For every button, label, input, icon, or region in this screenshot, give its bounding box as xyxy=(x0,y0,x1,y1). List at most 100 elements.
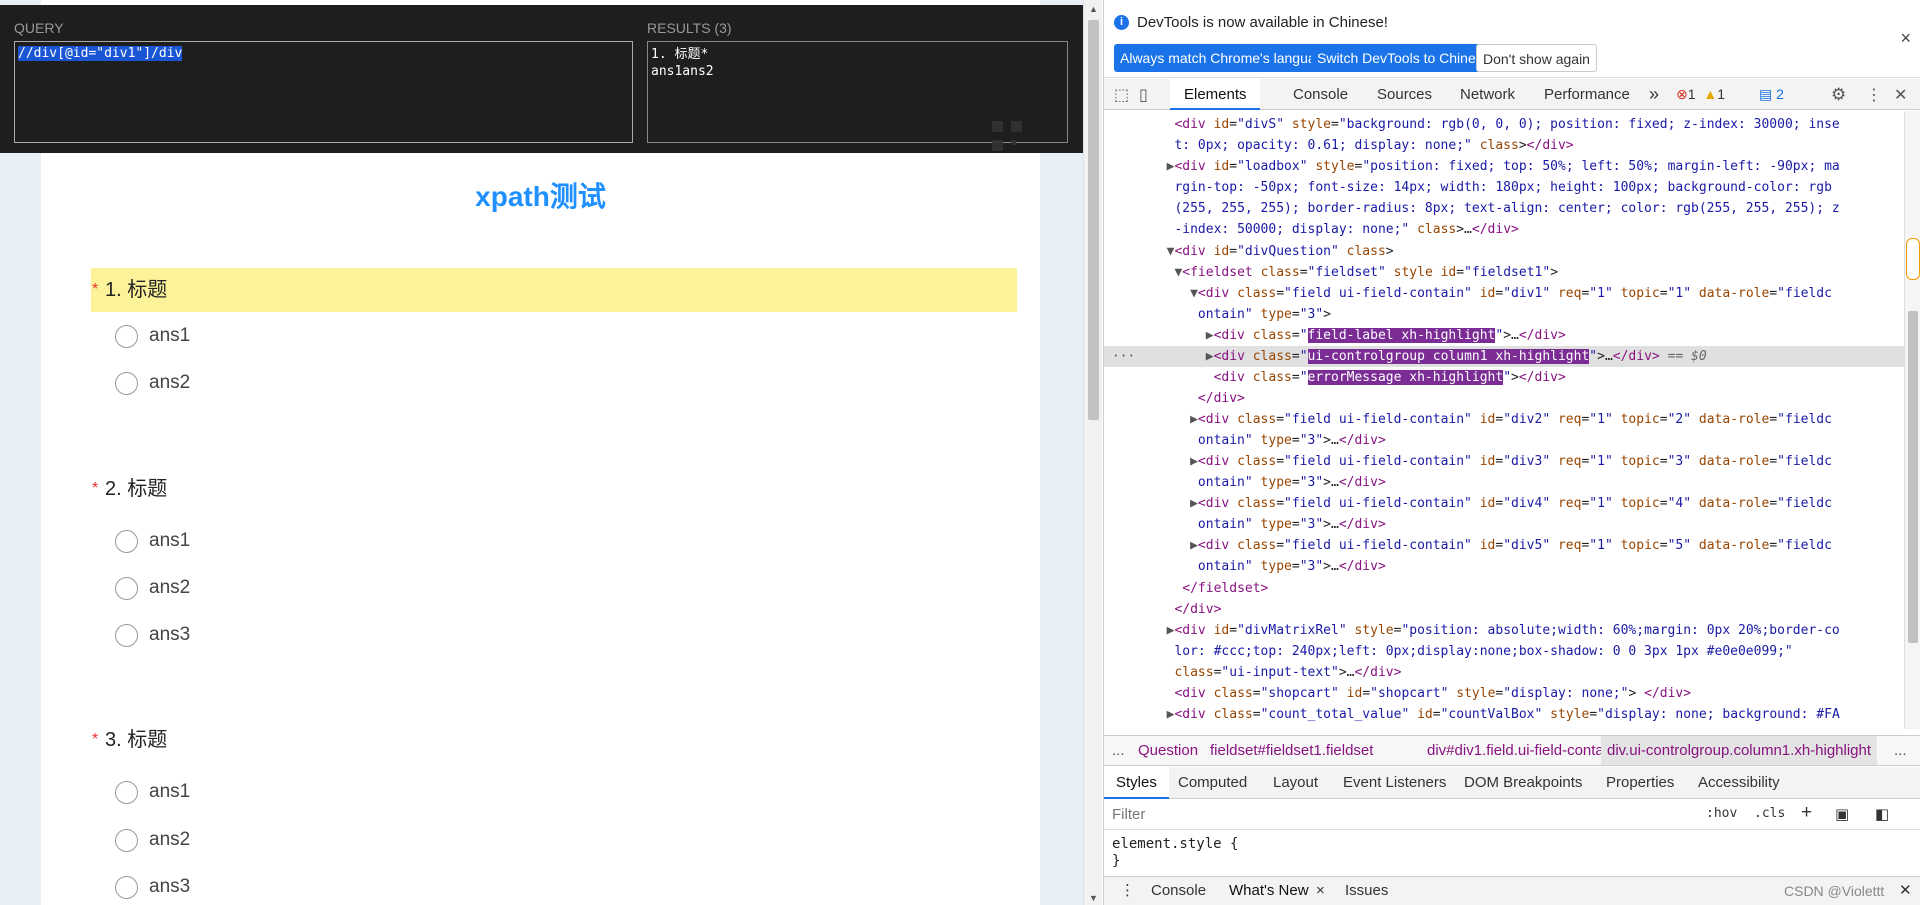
tab-styles[interactable]: Styles xyxy=(1104,767,1169,799)
close-drawer-icon[interactable]: ✕ xyxy=(1899,877,1912,905)
drawer-menu-icon[interactable]: ⋮ xyxy=(1120,877,1135,905)
close-icon[interactable]: × xyxy=(1900,28,1911,49)
dom-node[interactable]: <div class="errorMessage xh-highlight"><… xyxy=(1104,367,1904,388)
dom-node[interactable]: </div> xyxy=(1104,388,1904,409)
devtools-toolbar: ⬚ ▯ Elements Console Sources Network Per… xyxy=(1104,79,1920,110)
breadcrumb: ... Question fieldset#fieldset1.fieldset… xyxy=(1104,735,1920,766)
breadcrumb-item-selected[interactable]: div.ui-controlgroup.column1.xh-highlight xyxy=(1601,736,1878,765)
question-1: * 1. 标题 xyxy=(91,268,1017,312)
required-mark: * xyxy=(92,731,99,748)
tab-accessibility[interactable]: Accessibility xyxy=(1698,767,1780,798)
question-header: * 1. 标题 xyxy=(91,268,1017,312)
dom-node-cont: (255, 255, 255); border-radius: 8px; tex… xyxy=(1174,201,1840,216)
radio-circle[interactable] xyxy=(115,624,138,647)
tab-sources[interactable]: Sources xyxy=(1377,79,1432,110)
dont-show-again-button[interactable]: Don't show again xyxy=(1476,44,1597,72)
tab-properties[interactable]: Properties xyxy=(1606,767,1674,798)
dom-node[interactable]: ▶<div class="field ui-field-contain" id=… xyxy=(1104,409,1904,430)
dom-node[interactable]: ▶<div class="count_total_value" id="coun… xyxy=(1104,704,1904,725)
dom-node[interactable]: ▶<div class="field ui-field-contain" id=… xyxy=(1104,493,1904,514)
dom-node[interactable]: ▶<div class="field ui-field-contain" id=… xyxy=(1104,451,1904,472)
elements-tree[interactable]: <div id="divS" style="background: rgb(0,… xyxy=(1104,111,1904,729)
radio-circle[interactable] xyxy=(115,530,138,553)
webpage-area: xpath测试 * 1. 标题 ans1 ans2 * 2. 标题 ans1 ans… xyxy=(0,0,1083,905)
styles-filter-input[interactable]: Filter xyxy=(1112,804,1692,826)
new-rule-icon[interactable]: + xyxy=(1801,802,1812,824)
sidebar-toggle-icon[interactable]: ◧ xyxy=(1875,805,1889,823)
tab-elements[interactable]: Elements xyxy=(1170,79,1260,110)
breadcrumb-item[interactable]: div#div1.field.ui-field-contain xyxy=(1427,736,1615,765)
tab-performance[interactable]: Performance xyxy=(1544,79,1630,110)
drawer-tab-console[interactable]: Console xyxy=(1151,877,1206,905)
language-infobar: i DevTools is now available in Chinese! … xyxy=(1104,0,1920,78)
messages-counter[interactable]: ▤ 2 xyxy=(1759,79,1784,110)
device-toolbar-icon[interactable]: ▯ xyxy=(1139,85,1148,105)
option-label: ans1 xyxy=(149,530,191,551)
paint-brush-icon[interactable]: ▣ xyxy=(1835,805,1849,823)
question-3: * 3. 标题 xyxy=(91,718,1017,762)
tab-network[interactable]: Network xyxy=(1460,79,1515,110)
drawer-tab-whats-new[interactable]: What's New xyxy=(1229,877,1309,905)
scroll-up-icon[interactable]: ▲ xyxy=(1089,4,1098,14)
required-mark: * xyxy=(92,480,99,497)
hov-toggle[interactable]: :hov xyxy=(1706,806,1737,821)
breadcrumb-overflow[interactable]: ... xyxy=(1112,736,1125,765)
qr-code-icon[interactable] xyxy=(992,121,1022,151)
drawer-tab-close-icon[interactable]: × xyxy=(1316,877,1325,905)
dom-node[interactable]: ▼<div id="divQuestion" class> xyxy=(1104,241,1904,262)
dom-node[interactable]: <div class="shopcart" id="shopcart" styl… xyxy=(1104,683,1904,704)
dom-node-selected[interactable]: ··· ▶<div class="ui-controlgroup column1… xyxy=(1104,346,1904,368)
dom-node[interactable]: ▶<div class="field-label xh-highlight">…… xyxy=(1104,325,1904,346)
query-label: QUERY xyxy=(14,20,64,36)
tab-console[interactable]: Console xyxy=(1293,79,1348,110)
warning-count: 1 xyxy=(1717,86,1726,102)
cls-toggle[interactable]: .cls xyxy=(1754,806,1785,821)
dom-node-cont: lor: #ccc;top: 240px;left: 0px;display:n… xyxy=(1174,644,1793,659)
radio-circle[interactable] xyxy=(115,781,138,804)
dom-node[interactable]: ▶<div class="field ui-field-contain" id=… xyxy=(1104,535,1904,556)
dom-node[interactable]: ▶<div id="loadbox" style="position: fixe… xyxy=(1104,156,1904,177)
dom-node[interactable]: <div id="divS" style="background: rgb(0,… xyxy=(1104,114,1904,135)
breadcrumb-overflow[interactable]: ... xyxy=(1894,736,1907,765)
radio-circle[interactable] xyxy=(115,577,138,600)
inspect-element-icon[interactable]: ⬚ xyxy=(1114,85,1129,105)
styles-tabbar: Styles Computed Layout Event Listeners D… xyxy=(1104,767,1920,799)
result-line: 1. 标题* xyxy=(651,47,709,62)
option-label: ans3 xyxy=(149,624,191,645)
more-tabs-icon[interactable]: » xyxy=(1649,79,1659,110)
scroll-down-icon[interactable]: ▼ xyxy=(1089,893,1098,903)
radio-circle[interactable] xyxy=(115,876,138,899)
tab-computed[interactable]: Computed xyxy=(1178,767,1247,798)
dom-node[interactable]: ▶<div id="divMatrixRel" style="position:… xyxy=(1104,620,1904,641)
settings-gear-icon[interactable]: ⚙ xyxy=(1831,85,1846,105)
info-icon: i xyxy=(1114,15,1129,30)
dom-node[interactable]: </fieldset> xyxy=(1104,578,1904,599)
issues-counter[interactable]: ⊗1 ▲1 xyxy=(1676,79,1725,110)
drawer-tab-issues[interactable]: Issues xyxy=(1345,877,1388,905)
more-options-icon[interactable]: ⋮ xyxy=(1866,85,1882,105)
radio-circle[interactable] xyxy=(115,829,138,852)
tab-event-listeners[interactable]: Event Listeners xyxy=(1343,767,1446,798)
query-input[interactable]: //div[@id="div1"]/div xyxy=(14,41,633,143)
dom-node[interactable]: ▼<fieldset class="fieldset" style id="fi… xyxy=(1104,262,1904,283)
scrollbar-thumb[interactable] xyxy=(1908,311,1918,643)
survey-title: xpath测试 xyxy=(475,181,606,212)
search-match-marker xyxy=(1906,238,1920,280)
dom-node[interactable]: ▼<div class="field ui-field-contain" id=… xyxy=(1104,283,1904,304)
switch-to-chinese-button[interactable]: Switch DevTools to Chinese xyxy=(1311,44,1497,72)
page-scrollbar[interactable]: ▲ ▼ xyxy=(1083,0,1102,905)
tab-dom-breakpoints[interactable]: DOM Breakpoints xyxy=(1464,767,1582,798)
element-style-rule[interactable]: element.style { } xyxy=(1112,836,1238,870)
question-label: 3. 标题 xyxy=(105,729,168,751)
scrollbar-thumb[interactable] xyxy=(1088,20,1099,420)
close-devtools-icon[interactable]: ✕ xyxy=(1894,85,1907,105)
dom-node-cont: ontain" type="3">…</div> xyxy=(1197,559,1386,574)
breadcrumb-item[interactable]: fieldset#fieldset1.fieldset xyxy=(1210,736,1373,765)
breadcrumb-item[interactable]: Question xyxy=(1138,736,1198,765)
radio-circle[interactable] xyxy=(115,325,138,348)
always-match-language-button[interactable]: Always match Chrome's language xyxy=(1114,44,1338,72)
dom-node[interactable]: </div> xyxy=(1104,599,1904,620)
tab-layout[interactable]: Layout xyxy=(1273,767,1318,798)
radio-circle[interactable] xyxy=(115,372,138,395)
elements-scrollbar[interactable] xyxy=(1904,111,1920,729)
